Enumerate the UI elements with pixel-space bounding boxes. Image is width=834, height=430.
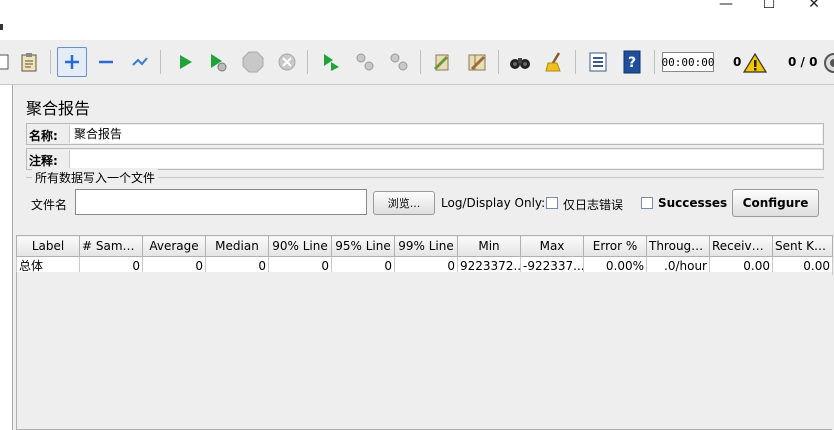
errors-only-label: 仅日志错误: [563, 198, 624, 212]
column-header[interactable]: Error %: [583, 235, 647, 257]
toolbar-separator: [498, 50, 499, 74]
expand-icon[interactable]: [57, 47, 87, 77]
minimize-button[interactable]: —: [716, 0, 736, 12]
log-display-label: Log/Display Only:: [441, 196, 546, 210]
toolbar-separator: [50, 50, 51, 74]
browse-button[interactable]: 浏览...: [373, 191, 435, 215]
warning-icon[interactable]: [742, 52, 768, 77]
name-field[interactable]: 聚合报告: [69, 125, 822, 143]
toolbar: ? 00:00:00 0 0 / 0: [0, 40, 834, 85]
toolbar-separator: [654, 50, 655, 74]
results-table: Label # Samples Average Median 90% Line …: [16, 235, 833, 275]
warning-count: 0: [733, 55, 742, 69]
comment-label: 注释:: [29, 154, 58, 168]
errors-only-checkbox[interactable]: [546, 197, 558, 209]
comment-field[interactable]: [69, 150, 822, 168]
toggle-icon[interactable]: [125, 47, 155, 77]
shutdown-icon[interactable]: [272, 47, 302, 77]
maximize-button[interactable]: ☐: [759, 0, 779, 12]
filename-label: 文件名: [31, 198, 68, 212]
column-header[interactable]: # Samples: [79, 235, 143, 257]
write-results-group: 所有数据写入一个文件 文件名 浏览... Log/Display Only: 仅…: [26, 169, 824, 229]
toolbar-separator: [575, 50, 576, 74]
column-header[interactable]: Received KB/sec: [709, 235, 773, 257]
clear-all-icon[interactable]: [462, 47, 492, 77]
start-no-pauses-icon[interactable]: [203, 47, 233, 77]
clear-icon[interactable]: [427, 47, 457, 77]
binoculars-icon[interactable]: [505, 47, 535, 77]
table-header: Label # Samples Average Median 90% Line …: [16, 235, 833, 257]
column-header[interactable]: 95% Line: [331, 235, 395, 257]
successes-label: Successes: [658, 196, 728, 210]
successes-checkbox[interactable]: [641, 197, 653, 209]
svg-text:?: ?: [628, 55, 636, 71]
stop-icon[interactable]: [238, 47, 268, 77]
toolbar-separator: [160, 50, 161, 74]
configure-button[interactable]: Configure: [732, 189, 819, 217]
column-header[interactable]: Median: [205, 235, 269, 257]
start-icon[interactable]: [170, 47, 200, 77]
column-header[interactable]: 90% Line: [268, 235, 332, 257]
filename-input[interactable]: [75, 189, 367, 215]
column-header[interactable]: Average: [142, 235, 206, 257]
toolbar-separator: [420, 50, 421, 74]
thread-count: 0 / 0: [788, 55, 818, 69]
column-header[interactable]: Min: [457, 235, 521, 257]
column-header[interactable]: Throughput: [646, 235, 710, 257]
function-list-icon[interactable]: [583, 47, 613, 77]
name-row: 名称: 聚合报告: [26, 123, 824, 145]
remote-start-icon[interactable]: [316, 47, 346, 77]
page-title: 聚合报告: [26, 99, 91, 118]
collapse-icon[interactable]: [91, 47, 121, 77]
column-header[interactable]: Label: [16, 235, 80, 257]
column-header[interactable]: Max: [520, 235, 584, 257]
elapsed-timer: 00:00:00: [662, 52, 715, 72]
column-header[interactable]: Sent KB/sec: [772, 235, 833, 257]
table-empty-area: [16, 272, 832, 430]
remote-engines-icon[interactable]: [824, 52, 834, 77]
title-bar: — ☐ ✕: [0, 0, 834, 40]
close-button[interactable]: ✕: [804, 0, 824, 12]
clipboard-icon[interactable]: [14, 47, 44, 77]
title-bar-mark: [0, 24, 3, 30]
toolbar-separator: [307, 50, 308, 74]
remote-shutdown-icon[interactable]: [384, 47, 414, 77]
name-label: 名称:: [29, 129, 58, 143]
column-header[interactable]: 99% Line: [394, 235, 458, 257]
broom-icon[interactable]: [539, 47, 569, 77]
help-icon[interactable]: ?: [617, 47, 647, 77]
comment-row: 注释:: [26, 148, 824, 170]
test-plan-tree[interactable]: [0, 85, 13, 430]
aggregate-report-panel: 聚合报告 名称: 聚合报告 注释: 所有数据写入一个文件 文件名 浏览... L…: [16, 85, 834, 430]
remote-stop-icon[interactable]: [350, 47, 380, 77]
group-title: 所有数据写入一个文件: [32, 169, 159, 186]
